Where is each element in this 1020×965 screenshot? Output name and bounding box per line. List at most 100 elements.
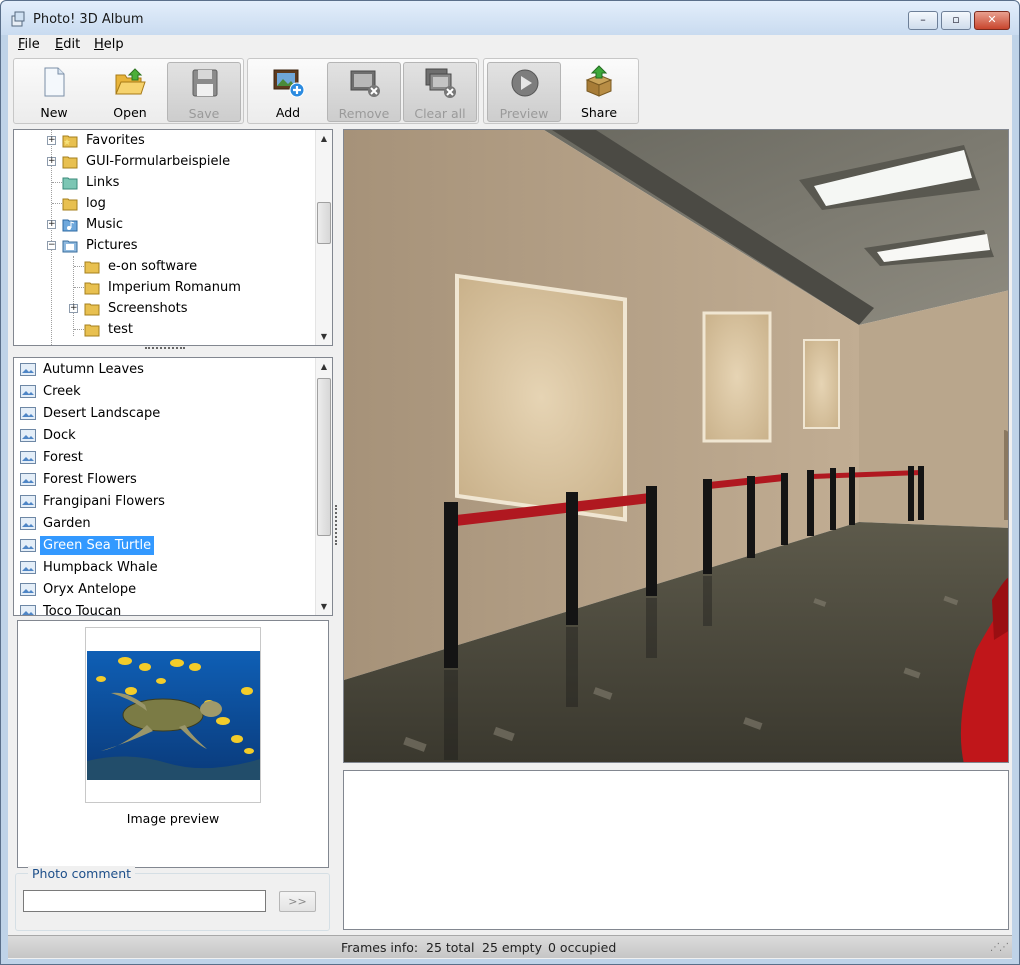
preview-caption: Image preview — [126, 811, 220, 826]
list-item[interactable]: Desert Landscape — [17, 403, 313, 425]
minimize-button[interactable]: – — [908, 11, 938, 30]
close-button[interactable]: ✕ — [974, 11, 1010, 30]
toolbar: New Open Save Add Remove Clear all Previ… — [8, 56, 1012, 126]
tree-item-imperium-romanum[interactable]: Imperium Romanum — [14, 277, 314, 298]
preview-button[interactable]: Preview — [487, 62, 561, 122]
collapse-toggle[interactable]: − — [47, 241, 56, 250]
list-item[interactable]: Forest Flowers — [17, 469, 313, 491]
image-file-icon — [20, 473, 36, 486]
tree-item-links[interactable]: Links — [14, 172, 314, 193]
scroll-down-arrow-icon[interactable]: ▼ — [316, 598, 332, 615]
list-item-selected[interactable]: Green Sea Turtle — [17, 535, 313, 557]
photo-list[interactable]: Autumn Leaves Creek Desert Landscape Doc… — [13, 357, 333, 616]
image-file-icon — [20, 363, 36, 376]
list-item[interactable]: Oryx Antelope — [17, 579, 313, 601]
menu-help[interactable]: Help — [94, 37, 124, 52]
image-file-icon — [20, 407, 36, 420]
window-title: Photo! 3D Album — [33, 12, 144, 27]
frames-info-label: Frames info: — [341, 940, 419, 955]
expand-toggle[interactable]: + — [47, 220, 56, 229]
share-box-icon — [585, 65, 613, 97]
image-file-icon — [20, 385, 36, 398]
apply-comment-button[interactable]: >> — [279, 891, 316, 912]
gallery-3d-viewport[interactable] — [343, 129, 1009, 763]
menu-bar: File Edit Help — [8, 35, 1012, 55]
add-photo-icon — [273, 69, 305, 98]
vertical-splitter-grip[interactable] — [335, 505, 339, 545]
photo-comment-input[interactable] — [23, 890, 266, 912]
list-item[interactable]: Frangipani Flowers — [17, 491, 313, 513]
tree-guide-line — [52, 203, 62, 204]
resize-grip-icon[interactable]: ⋰⋰ — [990, 942, 1009, 953]
expand-toggle[interactable]: + — [47, 136, 56, 145]
scroll-thumb[interactable] — [317, 202, 331, 244]
expand-toggle[interactable]: + — [69, 304, 78, 313]
folder-tree[interactable]: + Favorites + GUI-Formularbeispiele Link… — [13, 129, 333, 346]
folder-icon — [84, 324, 100, 337]
scroll-down-arrow-icon[interactable]: ▼ — [316, 328, 332, 345]
image-file-icon — [20, 561, 36, 574]
image-file-icon — [20, 539, 36, 552]
list-item[interactable]: Humpback Whale — [17, 557, 313, 579]
pictures-folder-icon — [62, 240, 78, 253]
list-item[interactable]: Dock — [17, 425, 313, 447]
list-item[interactable]: Toco Toucan — [17, 601, 313, 615]
favorites-folder-icon — [62, 135, 78, 148]
links-folder-icon — [62, 177, 78, 190]
share-button[interactable]: Share — [562, 62, 636, 122]
menu-edit[interactable]: Edit — [55, 37, 80, 52]
open-button[interactable]: Open — [93, 62, 167, 122]
preview-thumbnail — [87, 651, 260, 780]
list-item[interactable]: Garden — [17, 513, 313, 535]
app-window: Photo! 3D Album – ▫ ✕ File Edit Help New — [0, 0, 1020, 965]
tree-item-test[interactable]: test — [14, 319, 314, 340]
remove-button[interactable]: Remove — [327, 62, 401, 122]
clear-all-button[interactable]: Clear all — [403, 62, 477, 122]
gallery-3d-scene — [344, 130, 1008, 762]
tree-item-log[interactable]: log — [14, 193, 314, 214]
tree-item-screenshots[interactable]: + Screenshots — [14, 298, 314, 319]
music-folder-icon — [62, 219, 78, 232]
image-file-icon — [20, 429, 36, 442]
frame-info-area — [343, 770, 1009, 930]
list-item[interactable]: Creek — [17, 381, 313, 403]
tree-guide-line — [52, 182, 62, 183]
save-button[interactable]: Save — [167, 62, 241, 122]
photo-comment-legend: Photo comment — [28, 866, 136, 881]
new-button[interactable]: New — [17, 62, 91, 122]
maximize-button[interactable]: ▫ — [941, 11, 971, 30]
clear-all-icon — [425, 68, 456, 98]
tree-item-e-on-software[interactable]: e-on software — [14, 256, 314, 277]
title-bar[interactable]: Photo! 3D Album – ▫ ✕ — [1, 1, 1019, 35]
tree-item-favorites[interactable]: + Favorites — [14, 130, 314, 151]
tree-item-pictures[interactable]: − Pictures — [14, 235, 314, 256]
scroll-up-arrow-icon[interactable]: ▲ — [316, 358, 332, 375]
folder-icon — [84, 282, 100, 295]
list-scrollbar[interactable]: ▲ ▼ — [315, 358, 332, 615]
folder-icon — [84, 261, 100, 274]
edit-button-group: Add Remove Clear all — [247, 58, 479, 124]
scroll-up-arrow-icon[interactable]: ▲ — [316, 130, 332, 147]
tree-scrollbar[interactable]: ▲ ▼ — [315, 130, 332, 345]
tree-guide-line — [74, 266, 84, 267]
add-button[interactable]: Add — [251, 62, 325, 122]
scroll-thumb[interactable] — [317, 378, 331, 536]
expand-toggle[interactable]: + — [47, 157, 56, 166]
folder-icon — [84, 303, 100, 316]
status-bar: Frames info: 25 total 25 empty 0 occupie… — [8, 935, 1012, 958]
play-preview-icon — [511, 69, 539, 97]
frames-empty: 25 empty — [482, 940, 542, 955]
tree-item-music[interactable]: + Music — [14, 214, 314, 235]
list-item[interactable]: Autumn Leaves — [17, 359, 313, 381]
menu-file[interactable]: File — [18, 37, 40, 52]
file-button-group: New Open Save — [13, 58, 244, 124]
tree-guide-line — [74, 287, 84, 288]
save-disk-icon — [192, 69, 218, 97]
image-file-icon — [20, 517, 36, 530]
app-icon — [11, 11, 25, 27]
image-file-icon — [20, 583, 36, 596]
list-item[interactable]: Forest — [17, 447, 313, 469]
frames-occupied: 0 occupied — [548, 940, 617, 955]
horizontal-splitter-grip[interactable] — [145, 347, 185, 350]
tree-item-gui-formularbeispiele[interactable]: + GUI-Formularbeispiele — [14, 151, 314, 172]
